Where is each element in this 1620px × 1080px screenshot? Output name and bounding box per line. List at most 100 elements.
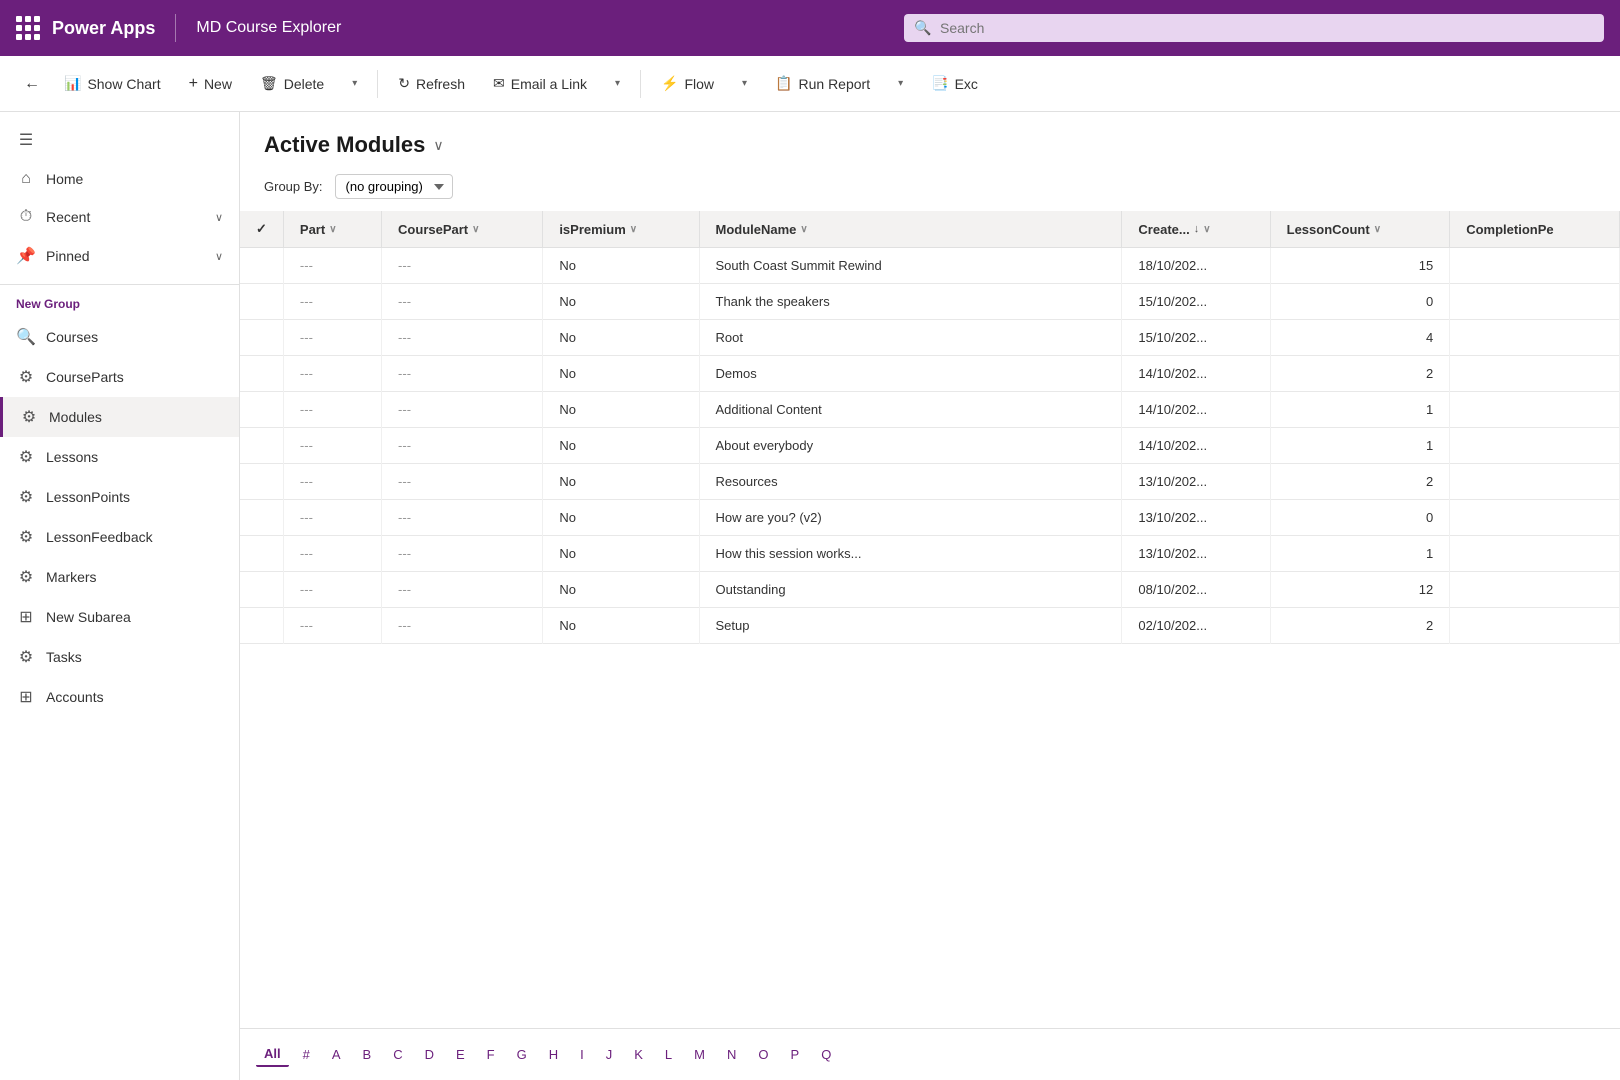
table-row[interactable]: --- --- No Outstanding 08/10/202... 12 — [240, 572, 1620, 608]
cell-ispremium: No — [543, 608, 699, 644]
cell-check — [240, 572, 283, 608]
show-chart-button[interactable]: 📊 Show Chart — [52, 69, 173, 98]
table-row[interactable]: --- --- No About everybody 14/10/202... … — [240, 428, 1620, 464]
export-button[interactable]: 📑 Exc — [919, 69, 990, 98]
col-header-lessoncount[interactable]: LessonCount ∨ — [1270, 211, 1450, 248]
delete-button[interactable]: 🗑 Delete — [248, 69, 336, 98]
sidebar-item-courses[interactable]: 🔍 Courses — [0, 317, 239, 357]
cell-check — [240, 284, 283, 320]
sidebar-item-courseparts[interactable]: ⚙ CourseParts — [0, 357, 239, 397]
page-letter-G[interactable]: G — [509, 1043, 535, 1066]
table-row[interactable]: --- --- No South Coast Summit Rewind 18/… — [240, 248, 1620, 284]
col-header-completionpe[interactable]: CompletionPe — [1450, 211, 1620, 248]
cell-created: 15/10/202... — [1122, 320, 1270, 356]
table-row[interactable]: --- --- No Additional Content 14/10/202.… — [240, 392, 1620, 428]
cell-lessoncount: 12 — [1270, 572, 1450, 608]
col-header-modulename[interactable]: ModuleName ∨ — [699, 211, 1122, 248]
cell-lessoncount: 1 — [1270, 536, 1450, 572]
sidebar-item-accounts[interactable]: ⊞ Accounts — [0, 677, 239, 717]
sidebar-item-lessonfeedback[interactable]: ⚙ LessonFeedback — [0, 517, 239, 557]
recent-icon: ⏱ — [16, 208, 36, 226]
sidebar-item-lessonpoints[interactable]: ⚙ LessonPoints — [0, 477, 239, 517]
pinned-icon: 📌 — [16, 246, 36, 266]
sidebar-lessonfeedback-label: LessonFeedback — [46, 529, 223, 545]
cell-coursepart: --- — [382, 248, 543, 284]
table-row[interactable]: --- --- No Setup 02/10/202... 2 — [240, 608, 1620, 644]
page-letter-B[interactable]: B — [355, 1043, 380, 1066]
flow-button[interactable]: ⚡ Flow — [649, 69, 726, 98]
sidebar-item-pinned[interactable]: 📌 Pinned ∨ — [0, 236, 239, 276]
page-letter-H[interactable]: H — [541, 1043, 566, 1066]
page-letter-N[interactable]: N — [719, 1043, 744, 1066]
page-letter-K[interactable]: K — [626, 1043, 651, 1066]
page-letter-P[interactable]: P — [783, 1043, 808, 1066]
search-input[interactable] — [904, 14, 1604, 42]
back-button[interactable]: ← — [16, 68, 48, 100]
page-letter-A[interactable]: A — [324, 1043, 349, 1066]
page-letter-Q[interactable]: Q — [813, 1043, 839, 1066]
table-row[interactable]: --- --- No How this session works... 13/… — [240, 536, 1620, 572]
cell-coursepart: --- — [382, 284, 543, 320]
page-letter-E[interactable]: E — [448, 1043, 473, 1066]
cell-lessoncount: 0 — [1270, 284, 1450, 320]
table-row[interactable]: --- --- No Root 15/10/202... 4 — [240, 320, 1620, 356]
sidebar-item-newsubarea[interactable]: ⊞ New Subarea — [0, 597, 239, 637]
cell-created: 13/10/202... — [1122, 464, 1270, 500]
sidebar-item-hamburger[interactable]: ☰ — [0, 120, 239, 160]
sidebar-item-tasks[interactable]: ⚙ Tasks — [0, 637, 239, 677]
sidebar-item-lessons[interactable]: ⚙ Lessons — [0, 437, 239, 477]
cell-created: 13/10/202... — [1122, 500, 1270, 536]
page-letter-F[interactable]: F — [479, 1043, 503, 1066]
col-header-part[interactable]: Part ∨ — [283, 211, 381, 248]
sidebar-item-markers[interactable]: ⚙ Markers — [0, 557, 239, 597]
page-letter-L[interactable]: L — [657, 1043, 680, 1066]
header-divider — [175, 14, 176, 42]
run-report-button[interactable]: 📋 Run Report — [763, 69, 882, 98]
delete-caret-button[interactable]: ▾ — [340, 72, 369, 95]
cell-part: --- — [283, 356, 381, 392]
sidebar-top: ☰ ⌂ Home ⏱ Recent ∨ 📌 Pinned ∨ — [0, 112, 239, 285]
cell-lessoncount: 4 — [1270, 320, 1450, 356]
page-letter-D[interactable]: D — [417, 1043, 442, 1066]
sidebar-newsubarea-label: New Subarea — [46, 609, 223, 625]
page-letter-All[interactable]: All — [256, 1042, 289, 1067]
group-by-select[interactable]: (no grouping) — [335, 174, 453, 199]
email-link-button[interactable]: ✉ Email a Link — [481, 69, 599, 98]
page-letter-I[interactable]: I — [572, 1043, 592, 1066]
page-letter-M[interactable]: M — [686, 1043, 713, 1066]
cell-completionpe — [1450, 284, 1620, 320]
cell-created: 08/10/202... — [1122, 572, 1270, 608]
refresh-button[interactable]: ↻ Refresh — [386, 69, 477, 98]
col-header-coursepart[interactable]: CoursePart ∨ — [382, 211, 543, 248]
page-letter-J[interactable]: J — [598, 1043, 621, 1066]
sidebar: ☰ ⌂ Home ⏱ Recent ∨ 📌 Pinned ∨ New Group… — [0, 112, 240, 1080]
sidebar-item-recent[interactable]: ⏱ Recent ∨ — [0, 198, 239, 236]
page-letter-C[interactable]: C — [385, 1043, 410, 1066]
apps-icon[interactable] — [16, 16, 40, 40]
page-letter-O[interactable]: O — [750, 1043, 776, 1066]
table-row[interactable]: --- --- No Demos 14/10/202... 2 — [240, 356, 1620, 392]
created-sort-icon: ↓ — [1194, 223, 1200, 235]
table-row[interactable]: --- --- No How are you? (v2) 13/10/202..… — [240, 500, 1620, 536]
col-header-ispremium[interactable]: isPremium ∨ — [543, 211, 699, 248]
new-button[interactable]: + New — [177, 69, 244, 99]
lessoncount-sort-icon: ∨ — [1374, 224, 1381, 235]
page-letter-#[interactable]: # — [295, 1043, 318, 1066]
table-row[interactable]: --- --- No Thank the speakers 15/10/202.… — [240, 284, 1620, 320]
flow-caret-button[interactable]: ▾ — [730, 72, 759, 95]
table-row[interactable]: --- --- No Resources 13/10/202... 2 — [240, 464, 1620, 500]
group-by-row: Group By: (no grouping) — [240, 170, 1620, 211]
cell-completionpe — [1450, 500, 1620, 536]
cell-check — [240, 500, 283, 536]
sidebar-item-modules[interactable]: ⚙ Modules — [0, 397, 239, 437]
col-header-created[interactable]: Create... ↓ ∨ — [1122, 211, 1270, 248]
cell-check — [240, 356, 283, 392]
title-caret-icon[interactable]: ∨ — [433, 137, 443, 154]
cell-part: --- — [283, 392, 381, 428]
col-header-check[interactable]: ✓ — [240, 211, 283, 248]
run-report-caret-button[interactable]: ▾ — [886, 72, 915, 95]
sidebar-tasks-label: Tasks — [46, 649, 223, 665]
sidebar-markers-label: Markers — [46, 569, 223, 585]
email-link-caret-button[interactable]: ▾ — [603, 72, 632, 95]
sidebar-item-home[interactable]: ⌂ Home — [0, 160, 239, 198]
